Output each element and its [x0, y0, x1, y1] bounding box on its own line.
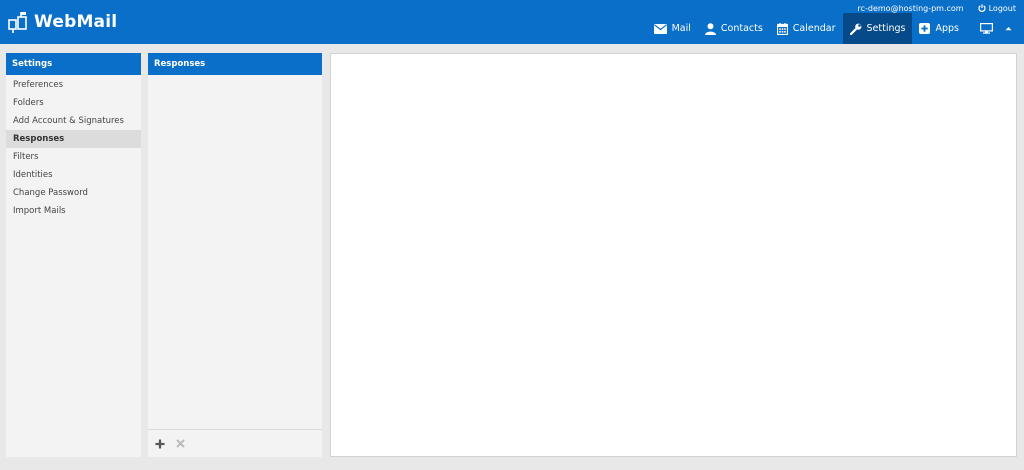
settings-item-responses[interactable]: Responses — [6, 130, 141, 148]
content-frame — [330, 53, 1017, 457]
taskbar-calendar-label: Calendar — [792, 23, 836, 34]
calendar-icon — [776, 22, 788, 35]
logout-button[interactable]: Logout — [977, 3, 1016, 13]
taskbar-settings[interactable]: Settings — [842, 13, 913, 44]
settings-item-preferences[interactable]: Preferences — [6, 76, 141, 94]
delete-response-button[interactable] — [173, 437, 187, 451]
plus-icon — [155, 439, 165, 448]
taskbar-mail[interactable]: Mail — [647, 13, 698, 44]
top-bar: WebMail rc-demo@hosting-pm.com Logout Ma… — [0, 0, 1024, 44]
responses-panel: Responses — [148, 53, 322, 457]
taskbar: Mail Contacts Calendar Settings Apps — [647, 13, 1024, 44]
settings-item-identities[interactable]: Identities — [6, 166, 141, 184]
taskbar-display[interactable] — [974, 13, 999, 44]
settings-panel-header: Settings — [6, 53, 141, 75]
settings-panel: Settings Preferences Folders Add Account… — [6, 53, 141, 457]
settings-menu: Preferences Folders Add Account & Signat… — [6, 76, 141, 220]
logo[interactable]: WebMail — [8, 11, 117, 33]
envelope-icon — [653, 23, 667, 34]
taskbar-contacts[interactable]: Contacts — [698, 13, 770, 44]
settings-item-filters[interactable]: Filters — [6, 148, 141, 166]
taskbar-apps-label: Apps — [935, 23, 959, 34]
user-email: rc-demo@hosting-pm.com — [857, 3, 964, 13]
app-title: WebMail — [34, 12, 118, 32]
close-icon — [175, 439, 185, 448]
taskbar-apps[interactable]: Apps — [912, 13, 966, 44]
user-icon — [704, 22, 716, 35]
mailbox-logo-icon — [8, 12, 27, 33]
settings-item-change-password[interactable]: Change Password — [6, 184, 141, 202]
logout-label: Logout — [988, 3, 1016, 13]
taskbar-calendar[interactable]: Calendar — [770, 13, 843, 44]
add-response-button[interactable] — [153, 437, 167, 451]
chevron-up-icon — [1005, 27, 1012, 31]
plus-square-icon — [919, 23, 931, 34]
settings-item-accounts-signatures[interactable]: Add Account & Signatures — [6, 112, 141, 130]
monitor-icon — [980, 23, 993, 34]
settings-item-folders[interactable]: Folders — [6, 94, 141, 112]
taskbar-collapse[interactable] — [999, 13, 1024, 44]
settings-item-import-mails[interactable]: Import Mails — [6, 202, 141, 220]
power-icon — [977, 4, 986, 12]
taskbar-mail-label: Mail — [671, 23, 691, 34]
responses-panel-header: Responses — [148, 53, 322, 75]
wrench-icon — [849, 23, 861, 35]
responses-footer — [148, 429, 322, 457]
taskbar-contacts-label: Contacts — [720, 23, 763, 34]
taskbar-settings-label: Settings — [866, 23, 906, 34]
